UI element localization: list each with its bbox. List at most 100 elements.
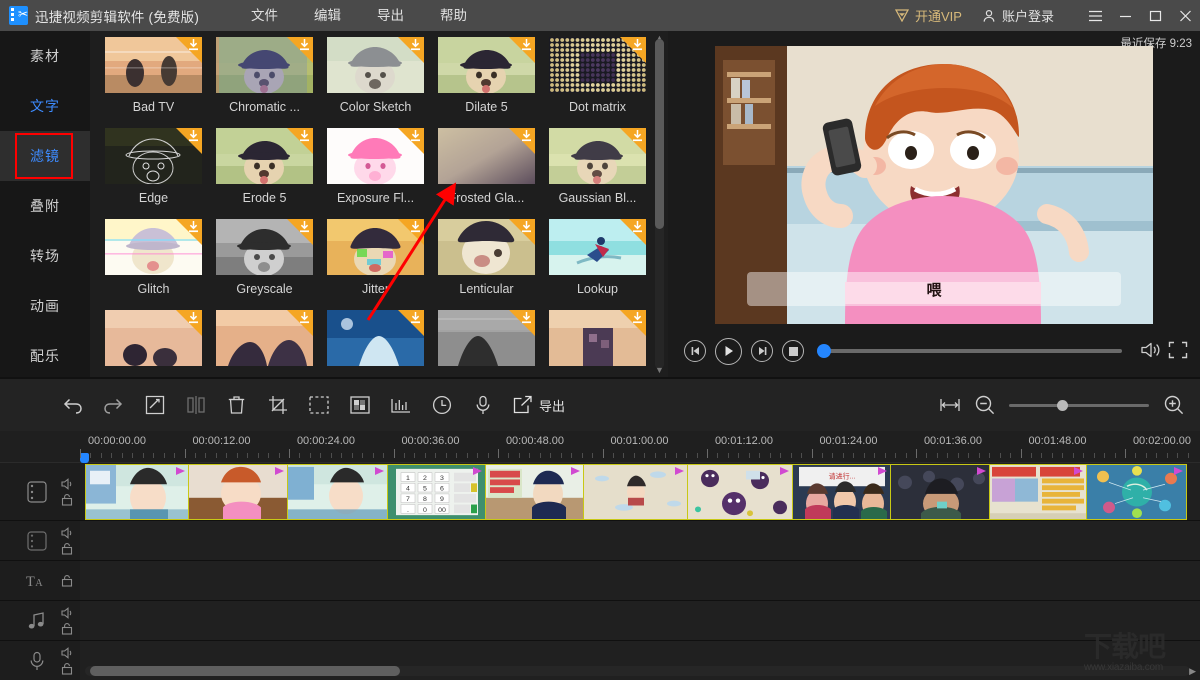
filter-thumbnail[interactable] <box>216 37 313 93</box>
filter-thumbnail[interactable] <box>216 219 313 275</box>
track-header-video-1[interactable] <box>0 463 80 520</box>
filter-thumbnail[interactable] <box>105 219 202 275</box>
sidebar-item-music[interactable]: 配乐 <box>0 331 90 381</box>
filter-item[interactable] <box>542 310 653 373</box>
download-icon[interactable] <box>299 221 310 233</box>
filter-thumbnail[interactable] <box>327 128 424 184</box>
sidebar-item-animation[interactable]: 动画 <box>0 281 90 331</box>
sidebar-item-transition[interactable]: 转场 <box>0 231 90 281</box>
timeline-clip[interactable] <box>688 464 793 520</box>
download-icon[interactable] <box>299 39 310 51</box>
speaker-icon[interactable] <box>60 646 74 660</box>
sidebar-item-filter[interactable]: 滤镜 <box>0 131 90 181</box>
undo-icon[interactable] <box>60 393 85 418</box>
menu-file[interactable]: 文件 <box>233 0 296 31</box>
seek-thumb[interactable] <box>817 344 831 358</box>
download-icon[interactable] <box>188 39 199 51</box>
filter-thumbnail[interactable] <box>438 310 535 366</box>
filter-item[interactable]: Erode 5 <box>209 128 320 205</box>
download-icon[interactable] <box>632 221 643 233</box>
menu-export[interactable]: 导出 <box>359 0 422 31</box>
timeline-clip[interactable] <box>189 464 288 520</box>
filter-item[interactable]: Exposure Fl... <box>320 128 431 205</box>
lock-icon[interactable] <box>60 574 74 588</box>
filter-thumbnail[interactable] <box>438 37 535 93</box>
maximize-icon[interactable] <box>1140 0 1170 31</box>
filter-item[interactable]: Frosted Gla... <box>431 128 542 205</box>
crop-icon[interactable] <box>265 393 290 418</box>
speaker-icon[interactable] <box>60 526 74 540</box>
download-icon[interactable] <box>188 221 199 233</box>
timeline-clip[interactable] <box>486 464 584 520</box>
zoom-out-icon[interactable] <box>972 393 997 418</box>
open-vip-button[interactable]: 开通VIP <box>895 6 962 25</box>
lock-icon[interactable] <box>60 493 74 507</box>
download-icon[interactable] <box>521 312 532 324</box>
download-icon[interactable] <box>410 130 421 142</box>
timeline-clip[interactable] <box>891 464 990 520</box>
seek-slider[interactable] <box>821 349 1122 353</box>
hamburger-menu-icon[interactable] <box>1080 0 1110 31</box>
download-icon[interactable] <box>632 39 643 51</box>
video-preview[interactable]: 喂 <box>715 46 1153 324</box>
filter-item[interactable] <box>320 310 431 373</box>
timeline-clip[interactable] <box>584 464 688 520</box>
sidebar-item-overlay[interactable]: 叠附 <box>0 181 90 231</box>
filter-item[interactable] <box>98 310 209 373</box>
track-header-text[interactable]: TA <box>0 561 80 600</box>
filter-thumbnail[interactable] <box>438 128 535 184</box>
filter-thumbnail[interactable] <box>216 310 313 366</box>
select-region-icon[interactable] <box>306 393 331 418</box>
timeline-clip[interactable]: 请进行... <box>793 464 891 520</box>
filter-thumbnail[interactable] <box>549 219 646 275</box>
speaker-icon[interactable] <box>60 477 74 491</box>
filter-item[interactable]: Jitter <box>320 219 431 296</box>
sidebar-item-material[interactable]: 素材 <box>0 31 90 81</box>
filter-item[interactable]: Dot matrix <box>542 37 653 114</box>
filter-item[interactable] <box>431 310 542 373</box>
timeline-clip[interactable]: 123456789.000 <box>388 464 486 520</box>
track-header-music[interactable] <box>0 601 80 640</box>
filter-thumbnail[interactable] <box>549 37 646 93</box>
menu-edit[interactable]: 编辑 <box>296 0 359 31</box>
download-icon[interactable] <box>299 312 310 324</box>
export-button[interactable]: 导出 <box>513 395 565 415</box>
scroll-down-arrow-icon[interactable]: ▼ <box>654 365 665 375</box>
download-icon[interactable] <box>299 130 310 142</box>
zoom-in-icon[interactable] <box>1161 393 1186 418</box>
filter-thumbnail[interactable] <box>105 128 202 184</box>
filter-item[interactable]: Edge <box>98 128 209 205</box>
filter-thumbnail[interactable] <box>105 37 202 93</box>
download-icon[interactable] <box>632 130 643 142</box>
volume-icon[interactable] <box>1140 341 1162 361</box>
timeline-clip[interactable] <box>990 464 1087 520</box>
filter-item[interactable]: Chromatic ... <box>209 37 320 114</box>
download-icon[interactable] <box>521 130 532 142</box>
timeline-clip[interactable] <box>1087 464 1187 520</box>
download-icon[interactable] <box>410 221 421 233</box>
timeline-hscrollbar-thumb[interactable] <box>90 666 400 676</box>
lock-icon[interactable] <box>60 622 74 636</box>
playhead[interactable] <box>80 453 89 463</box>
filter-item[interactable]: Greyscale <box>209 219 320 296</box>
zoom-slider-thumb[interactable] <box>1057 400 1068 411</box>
filter-item[interactable]: Color Sketch <box>320 37 431 114</box>
filter-item[interactable] <box>209 310 320 373</box>
minimize-icon[interactable] <box>1110 0 1140 31</box>
download-icon[interactable] <box>521 221 532 233</box>
filter-thumbnail[interactable] <box>327 310 424 366</box>
stop-button[interactable] <box>782 340 804 362</box>
filter-item[interactable]: Lenticular <box>431 219 542 296</box>
next-frame-button[interactable] <box>751 340 773 362</box>
timeline-clip[interactable] <box>288 464 388 520</box>
track-header-video-2[interactable] <box>0 521 80 560</box>
track-body-text[interactable] <box>80 561 1200 600</box>
mic-icon[interactable] <box>470 393 495 418</box>
sidebar-item-text[interactable]: 文字 <box>0 81 90 131</box>
filter-thumbnail[interactable] <box>216 128 313 184</box>
download-icon[interactable] <box>521 39 532 51</box>
edit-icon[interactable] <box>142 393 167 418</box>
download-icon[interactable] <box>410 312 421 324</box>
close-icon[interactable] <box>1170 0 1200 31</box>
fullscreen-icon[interactable] <box>1168 341 1190 361</box>
